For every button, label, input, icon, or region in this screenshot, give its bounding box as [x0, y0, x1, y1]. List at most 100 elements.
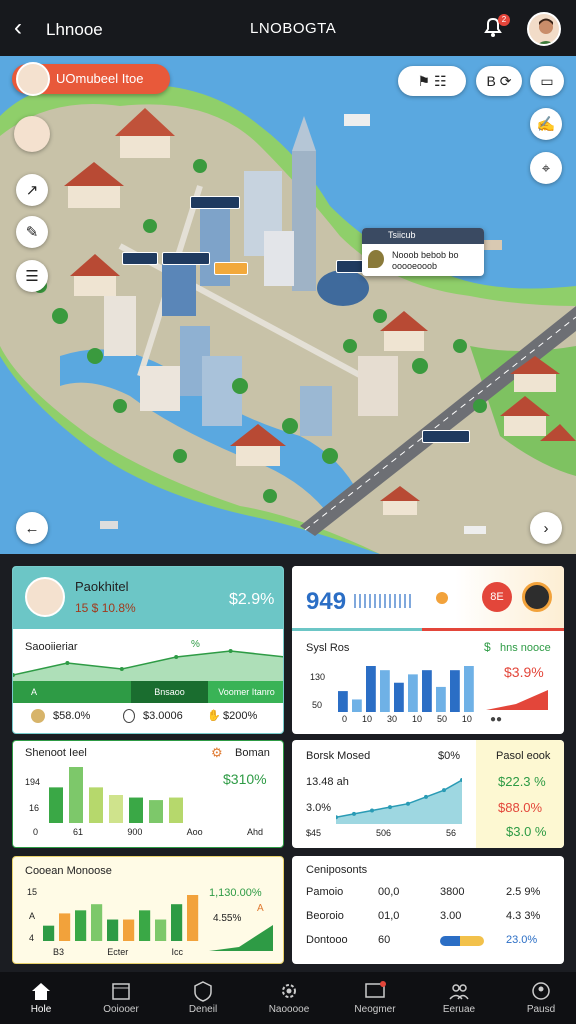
row-c: 4.3 3%: [506, 910, 541, 922]
stats-card-5[interactable]: Cooean Monoose 15 A 4 B3 Ecter Icc 1,130…: [12, 856, 284, 964]
card-title: Ceniposonts: [306, 864, 368, 876]
nav-settings[interactable]: Naooooe: [248, 972, 330, 1024]
x-ticks: B3 Ecter Icc: [53, 947, 183, 957]
bar: [155, 919, 167, 941]
map-label[interactable]: [214, 262, 248, 275]
x-tick: 900: [127, 827, 143, 837]
city-map[interactable]: UOmubeel Itoe ↗ ✎ ☰ ⚑ ☷ B ⟳ ▭ ✍ ⌖ Tsiicu…: [0, 56, 576, 554]
bar-chart: [338, 666, 474, 712]
row-name: Beoroio: [306, 910, 344, 922]
nav-label: Deneil: [188, 1004, 218, 1015]
y-tick: 0: [33, 827, 39, 837]
data-point: [406, 801, 410, 806]
user-avatar[interactable]: [527, 12, 561, 46]
data-point: [352, 811, 356, 816]
x-tick: Ecter: [107, 947, 129, 957]
bar: [169, 797, 183, 823]
bar: [43, 925, 55, 941]
bottom-nav: Hole Ooiooer Deneil Naooooe Neogmer Eeru…: [0, 972, 576, 1024]
notification-button[interactable]: 2: [480, 14, 510, 44]
shield-icon: [194, 981, 212, 1002]
stats-card-1[interactable]: Paokhitel 15 $ 10.8% $2.9% Saooiieriar %…: [12, 566, 284, 734]
x-tick: 10: [411, 714, 422, 724]
data-point: [65, 661, 70, 665]
map-label[interactable]: [190, 196, 240, 209]
nav-shield[interactable]: Deneil: [162, 972, 244, 1024]
x-tick: Icc: [171, 947, 183, 957]
x-tick: 10: [461, 714, 472, 724]
x-ticks: $45 506 56: [306, 828, 456, 838]
nav-people[interactable]: Eeruae: [418, 972, 500, 1024]
table-row[interactable]: Beoroio 01,0 3.00 4.3 3%: [306, 910, 556, 928]
chart-link[interactable]: hns nooce: [500, 642, 551, 654]
card-title: Cooean Monoose: [25, 865, 112, 877]
nav-label: Neogmer: [354, 1004, 396, 1015]
x-tick: 61: [73, 827, 84, 837]
components-card[interactable]: Ceniposonts Pamoio 00,0 3800 2.5 9% Beor…: [292, 856, 564, 964]
row-name: Dontooo: [306, 934, 348, 946]
list-icon[interactable]: ☰: [16, 260, 48, 292]
prev-arrow-button[interactable]: ←: [16, 512, 48, 544]
draw-icon[interactable]: ✍: [530, 108, 562, 140]
row-c: 23.0%: [506, 934, 538, 946]
stats-card-2[interactable]: 949 8E Sysl Ros $ hns nooce $3.9% 130 50…: [292, 566, 564, 734]
nav-calendar[interactable]: Ooiooer: [80, 972, 162, 1024]
directions-icon[interactable]: ↗: [16, 174, 48, 206]
card-pct: $0%: [438, 750, 461, 762]
table-row[interactable]: Dontooo 60 23.0%: [306, 934, 556, 952]
stats-card-3[interactable]: Shenoot Ieel ⚙ Boman $310% 194 16 0 61 9…: [12, 740, 284, 848]
map-label[interactable]: [162, 252, 210, 265]
stats-card-4[interactable]: Borsk Mosed $0% 13.48 ah 3.0% $45 506 56…: [292, 740, 564, 848]
rotate-button[interactable]: B ⟳: [476, 66, 522, 96]
table-row[interactable]: Pamoio 00,0 3800 2.5 9%: [306, 886, 556, 904]
app-title: Lhnooe: [46, 20, 103, 39]
x-tick: 50: [436, 714, 447, 724]
bar: [149, 800, 163, 823]
row-name: Pamoio: [306, 886, 344, 898]
sparkline-chart: [209, 925, 273, 951]
tab-c[interactable]: Voomer Itanro: [208, 681, 283, 703]
home-icon: [32, 983, 50, 1000]
next-arrow-button[interactable]: ›: [530, 512, 562, 544]
bar: [338, 691, 348, 712]
nav-label: Naooooe: [268, 1004, 310, 1015]
data-point: [370, 808, 374, 813]
target-icon: [522, 582, 552, 612]
layers-button[interactable]: ⚑ ☷: [398, 66, 466, 96]
x-tick: $45: [306, 828, 322, 838]
compass-icon[interactable]: ⌖: [530, 152, 562, 184]
map-popup[interactable]: Tsiicub Nooob bebob bo ooooeooob: [362, 228, 484, 276]
chart-title: Sysl Ros: [306, 642, 350, 654]
x-tick: 56: [445, 828, 456, 838]
map-label[interactable]: [122, 252, 158, 265]
nav-home[interactable]: Hole: [0, 972, 82, 1024]
tab-b[interactable]: Bnsaoo: [131, 681, 209, 703]
chevron-left-icon[interactable]: ‹: [14, 16, 22, 40]
nav-profile[interactable]: Pausd: [500, 972, 576, 1024]
area-chart: [336, 778, 462, 824]
message-icon: [365, 981, 386, 998]
tab-a[interactable]: A: [13, 681, 132, 703]
bar: [422, 670, 432, 712]
row-a: 60: [378, 934, 391, 946]
progress-bar: [440, 936, 484, 946]
card-percent: $2.9%: [229, 591, 275, 608]
fullscreen-icon[interactable]: ▭: [530, 66, 564, 96]
data-point: [283, 655, 284, 659]
popup-title: Tsiicub: [362, 228, 484, 244]
profile-map-button[interactable]: [14, 116, 50, 152]
data-point: [424, 794, 428, 799]
nav-messages[interactable]: Neogmer: [334, 972, 416, 1024]
row-a: 00,0: [378, 886, 400, 898]
edit-icon[interactable]: ✎: [16, 216, 48, 248]
map-label[interactable]: [422, 430, 470, 443]
right-title: 1,130.00%: [209, 887, 262, 899]
user-location-pill[interactable]: UOmubeel Itoe: [12, 62, 170, 96]
card-title: Shenoot Ieel: [25, 747, 87, 759]
y-tick: 194: [25, 777, 41, 787]
side-value: $88.0%: [498, 800, 543, 815]
y-tick: 130: [310, 672, 326, 682]
y-tick: 15: [27, 887, 38, 897]
card-title: Borsk Mosed: [306, 750, 371, 762]
x-tick: 30: [386, 714, 397, 724]
